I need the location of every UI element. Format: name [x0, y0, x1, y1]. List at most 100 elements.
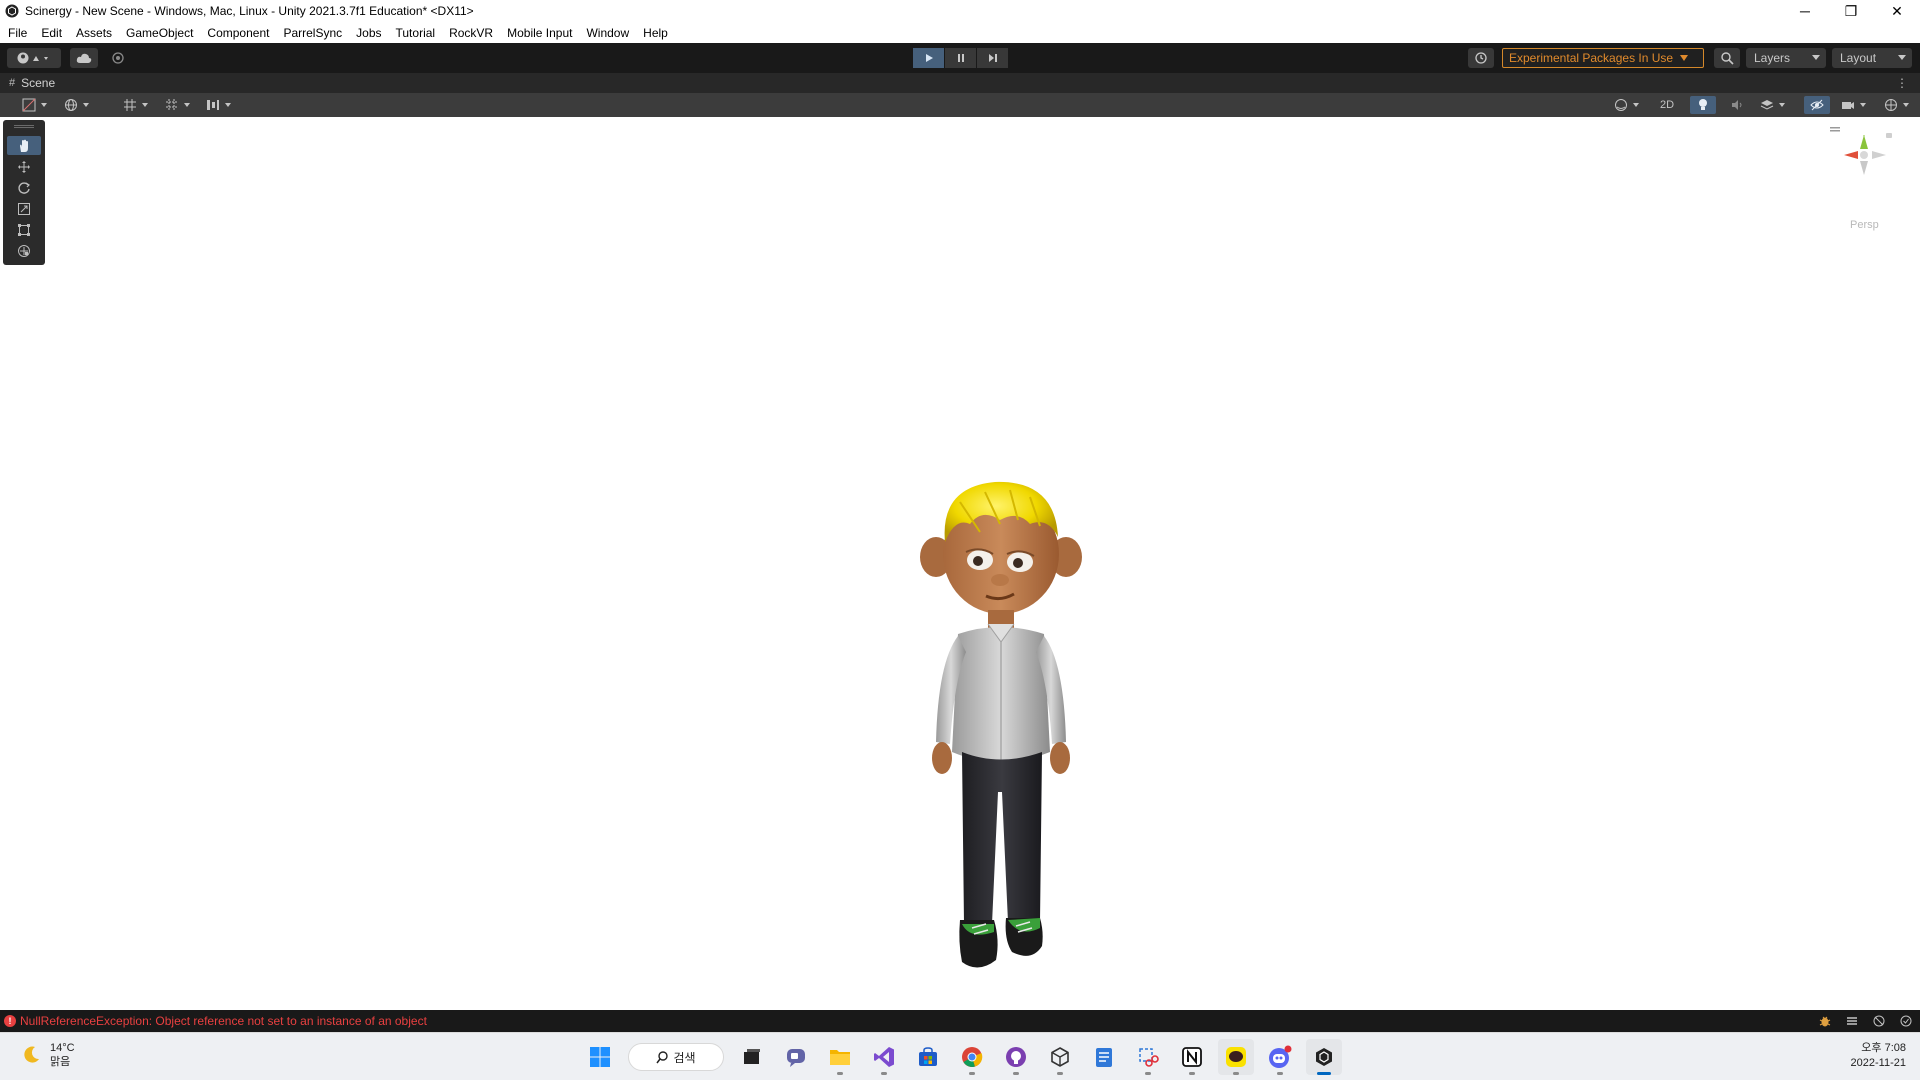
shading-dropdown[interactable] [1610, 96, 1642, 114]
menu-rockvr[interactable]: RockVR [449, 26, 493, 40]
auto-generate-status-button[interactable] [1871, 1013, 1887, 1029]
weather-text: 14°C 맑음 [50, 1041, 75, 1069]
progress-status-button[interactable] [1844, 1013, 1860, 1029]
menu-window[interactable]: Window [586, 26, 629, 40]
play-icon [925, 54, 933, 62]
cache-status-button[interactable] [1898, 1013, 1914, 1029]
os-taskbar: 14°C 맑음 검색 오후 7:08 2022-11-21 [0, 1032, 1920, 1080]
play-button[interactable] [913, 48, 944, 68]
menu-jobs[interactable]: Jobs [356, 26, 381, 40]
search-button[interactable] [1714, 48, 1740, 68]
camera-settings-dropdown[interactable] [1836, 96, 1870, 114]
effects-dropdown[interactable] [1756, 96, 1788, 114]
rotate-icon [18, 181, 30, 194]
tab-scene[interactable]: # Scene [0, 76, 55, 90]
file-explorer-button[interactable] [822, 1039, 858, 1075]
history-button[interactable] [1468, 48, 1494, 68]
menu-component[interactable]: Component [207, 26, 269, 40]
grid-snap-dropdown[interactable] [118, 96, 152, 114]
rotate-tool[interactable] [7, 178, 41, 197]
weather-widget[interactable]: 14°C 맑음 [20, 1041, 75, 1069]
transform-tool[interactable] [7, 241, 41, 260]
visual-studio-button[interactable] [866, 1039, 902, 1075]
bug-status-button[interactable] [1817, 1013, 1833, 1029]
account-button[interactable] [7, 48, 61, 68]
scene-toolbar: 2D [0, 93, 1920, 117]
scene-tab-label: Scene [21, 76, 56, 90]
hand-tool[interactable] [7, 136, 41, 155]
align-icon [206, 100, 219, 110]
layout-dropdown[interactable]: Layout [1832, 48, 1912, 68]
move-tool[interactable] [7, 157, 41, 176]
kakaotalk-icon [1226, 1047, 1246, 1067]
audio-toggle[interactable] [1726, 96, 1750, 114]
snap-increment-dropdown[interactable] [160, 96, 194, 114]
github-desktop-button[interactable] [998, 1039, 1034, 1075]
lighting-toggle[interactable] [1690, 96, 1716, 114]
scale-tool[interactable] [7, 199, 41, 218]
menu-edit[interactable]: Edit [41, 26, 62, 40]
start-button[interactable] [582, 1039, 618, 1075]
gizmos-dropdown[interactable] [1878, 96, 1914, 114]
menu-gameobject[interactable]: GameObject [126, 26, 193, 40]
layers-stack-icon [1760, 100, 1773, 110]
search-icon [656, 1050, 669, 1063]
maximize-button[interactable]: ❐ [1828, 0, 1874, 22]
taskbar-search[interactable]: 검색 [628, 1043, 724, 1071]
menu-mobile-input[interactable]: Mobile Input [507, 26, 572, 40]
character-model[interactable] [900, 462, 1100, 982]
experimental-packages-dropdown[interactable]: Experimental Packages In Use [1502, 48, 1704, 68]
palette-grip[interactable] [14, 125, 34, 128]
window-controls: ─ ❐ ✕ [1782, 0, 1920, 22]
caret-down-icon [1902, 103, 1909, 107]
draw-mode-dropdown[interactable] [18, 96, 50, 114]
task-view-icon [744, 1049, 760, 1064]
scene-hash-icon: # [9, 77, 16, 89]
caret-down-icon [1778, 103, 1785, 107]
caret-down-icon [1859, 103, 1866, 107]
menu-assets[interactable]: Assets [76, 26, 112, 40]
check-circle-icon [1900, 1015, 1912, 1027]
store-icon [919, 1047, 937, 1066]
github-desktop-icon [1006, 1047, 1026, 1067]
console-error-message[interactable]: NullReferenceException: Object reference… [20, 1014, 427, 1028]
scene-viewport[interactable]: Persp [0, 117, 1920, 1010]
kakaotalk-button[interactable] [1218, 1039, 1254, 1075]
notepad-button[interactable] [1086, 1039, 1122, 1075]
menu-help[interactable]: Help [643, 26, 668, 40]
store-button[interactable] [910, 1039, 946, 1075]
close-button[interactable]: ✕ [1874, 0, 1920, 22]
menu-file[interactable]: File [8, 26, 27, 40]
2d-toggle[interactable]: 2D [1652, 96, 1682, 114]
align-dropdown[interactable] [200, 96, 236, 114]
system-clock[interactable]: 오후 7:08 2022-11-21 [1851, 1041, 1906, 1071]
menu-tutorial[interactable]: Tutorial [396, 26, 436, 40]
snipping-tool-button[interactable] [1130, 1039, 1166, 1075]
task-view-button[interactable] [734, 1039, 770, 1075]
layers-label: Layers [1754, 51, 1791, 65]
rect-tool[interactable] [7, 220, 41, 239]
discord-button[interactable] [1262, 1039, 1298, 1075]
orientation-gizmo[interactable]: Persp [1820, 125, 1900, 235]
layers-dropdown[interactable]: Layers [1746, 48, 1826, 68]
scene-visibility-toggle[interactable] [1804, 96, 1830, 114]
step-button[interactable] [977, 48, 1008, 68]
stack-icon [1847, 1017, 1857, 1025]
step-icon [988, 54, 997, 62]
cloud-button[interactable] [70, 48, 98, 68]
tab-menu-icon[interactable]: ⋮ [1896, 76, 1908, 90]
taskbar-apps: 검색 [582, 1039, 1350, 1075]
menu-parrelsync[interactable]: ParrelSync [283, 26, 342, 40]
collab-icon [112, 52, 124, 64]
pause-button[interactable] [945, 48, 976, 68]
search-label: 검색 [673, 1050, 696, 1065]
notion-button[interactable] [1174, 1039, 1210, 1075]
collab-button[interactable] [106, 48, 130, 68]
teams-chat-button[interactable] [778, 1039, 814, 1075]
minimize-button[interactable]: ─ [1782, 0, 1828, 22]
running-indicator [881, 1072, 887, 1075]
chrome-button[interactable] [954, 1039, 990, 1075]
unity-editor-button[interactable] [1306, 1039, 1342, 1075]
render-mode-dropdown[interactable] [60, 96, 92, 114]
unity-hub-button[interactable] [1042, 1039, 1078, 1075]
